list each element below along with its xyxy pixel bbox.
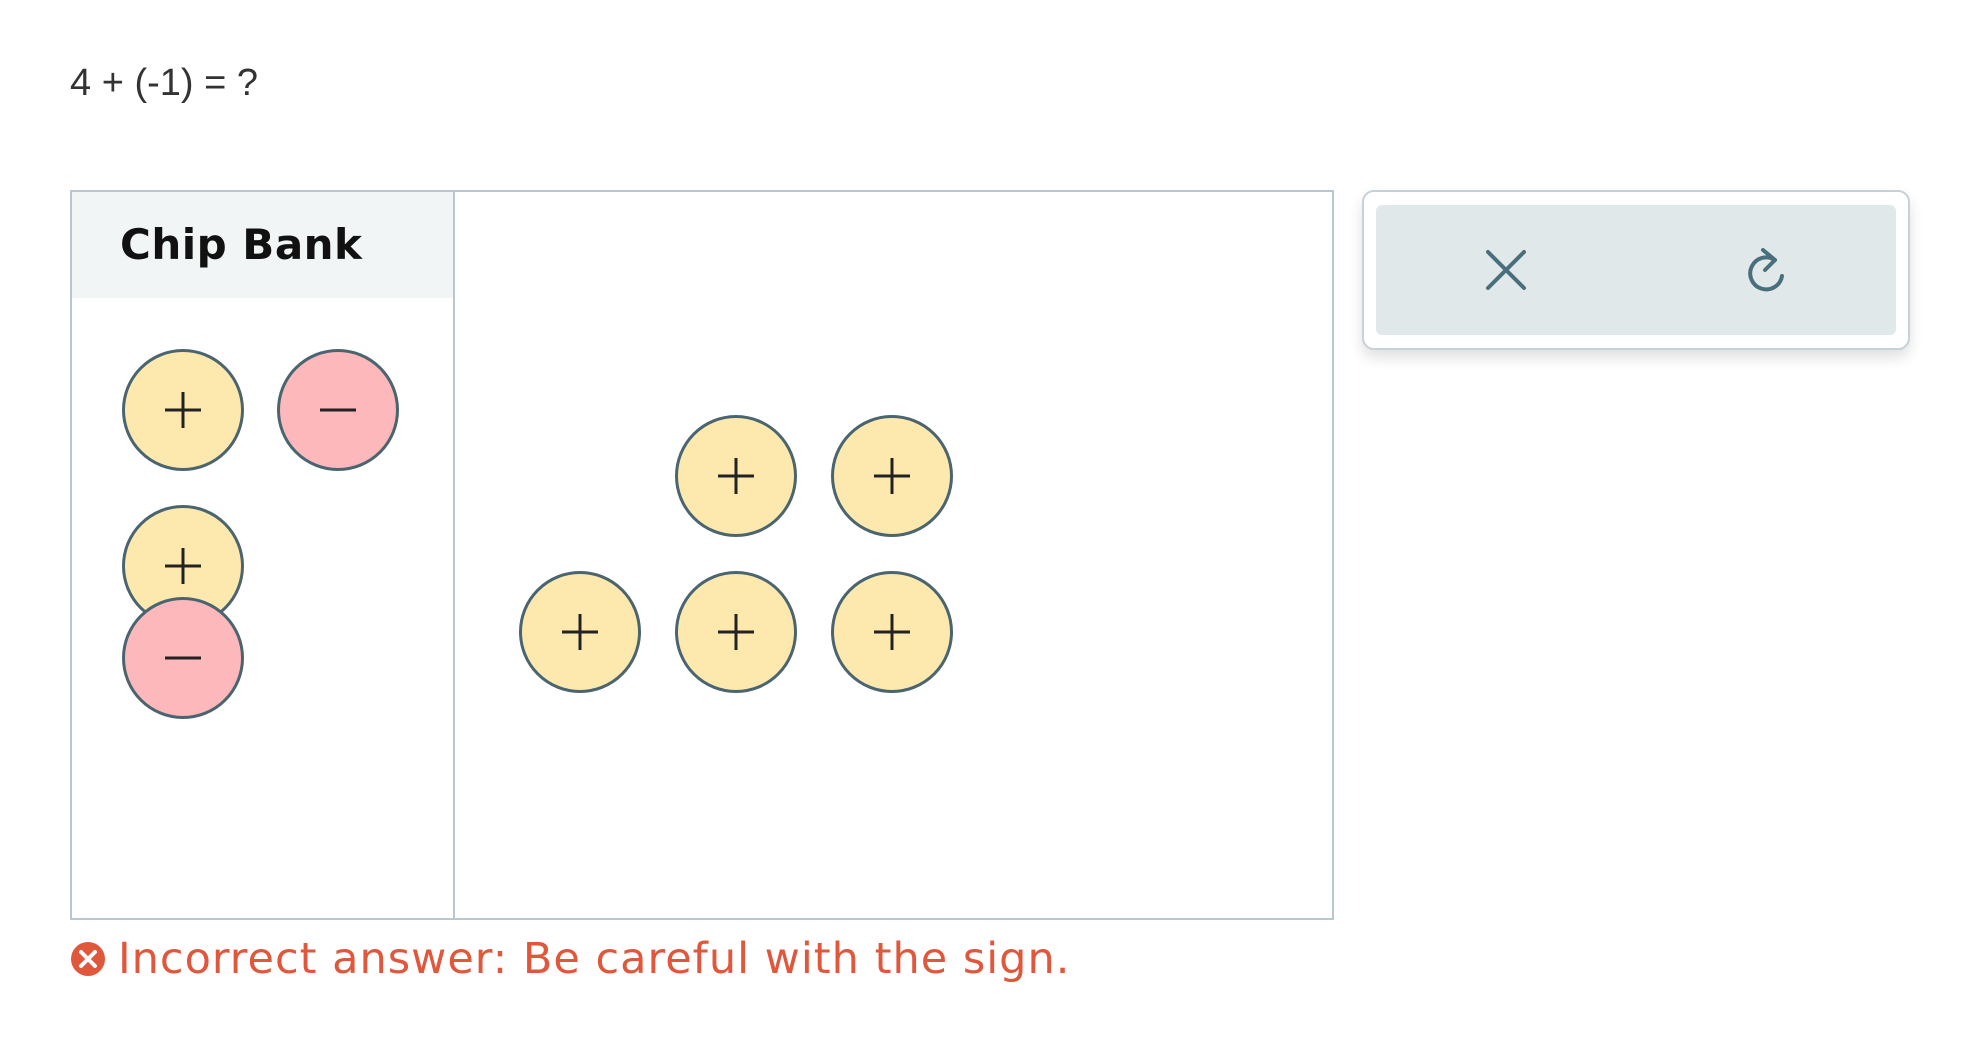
minus-icon: [320, 408, 356, 412]
feedback-message: Incorrect answer: Be careful with the si…: [70, 934, 1070, 984]
plus-icon: [562, 614, 598, 650]
plus-icon: [874, 458, 910, 494]
chip-workspace[interactable]: Chip Bank: [70, 190, 1334, 920]
plus-icon: [165, 548, 201, 584]
bank-negative-chip[interactable]: [277, 349, 399, 471]
minus-icon: [165, 656, 201, 660]
error-circle-icon: [71, 942, 105, 976]
bank-negative-chip-stack[interactable]: [122, 597, 244, 719]
bank-positive-chip[interactable]: [122, 349, 244, 471]
chip-bank-title: Chip Bank: [120, 220, 363, 269]
plus-icon: [165, 392, 201, 428]
toolbar: [1362, 190, 1910, 350]
chip-bank: Chip Bank: [72, 192, 455, 918]
question-text: 4 + (-1) = ?: [70, 62, 258, 104]
feedback-text: Incorrect answer: Be careful with the si…: [118, 934, 1071, 984]
chip-bank-header: Chip Bank: [72, 192, 453, 298]
close-icon: [1486, 250, 1526, 290]
workspace-positive-chip[interactable]: [519, 571, 641, 693]
plus-icon: [718, 458, 754, 494]
plus-icon: [718, 614, 754, 650]
workspace-positive-chip[interactable]: [831, 415, 953, 537]
workspace-positive-chip[interactable]: [675, 415, 797, 537]
toolbar-inner: [1376, 205, 1896, 335]
workspace-positive-chip[interactable]: [831, 571, 953, 693]
clear-button[interactable]: [1376, 205, 1636, 335]
plus-icon: [874, 614, 910, 650]
workspace-positive-chip[interactable]: [675, 571, 797, 693]
redo-icon: [1748, 248, 1784, 292]
reset-button[interactable]: [1636, 205, 1896, 335]
